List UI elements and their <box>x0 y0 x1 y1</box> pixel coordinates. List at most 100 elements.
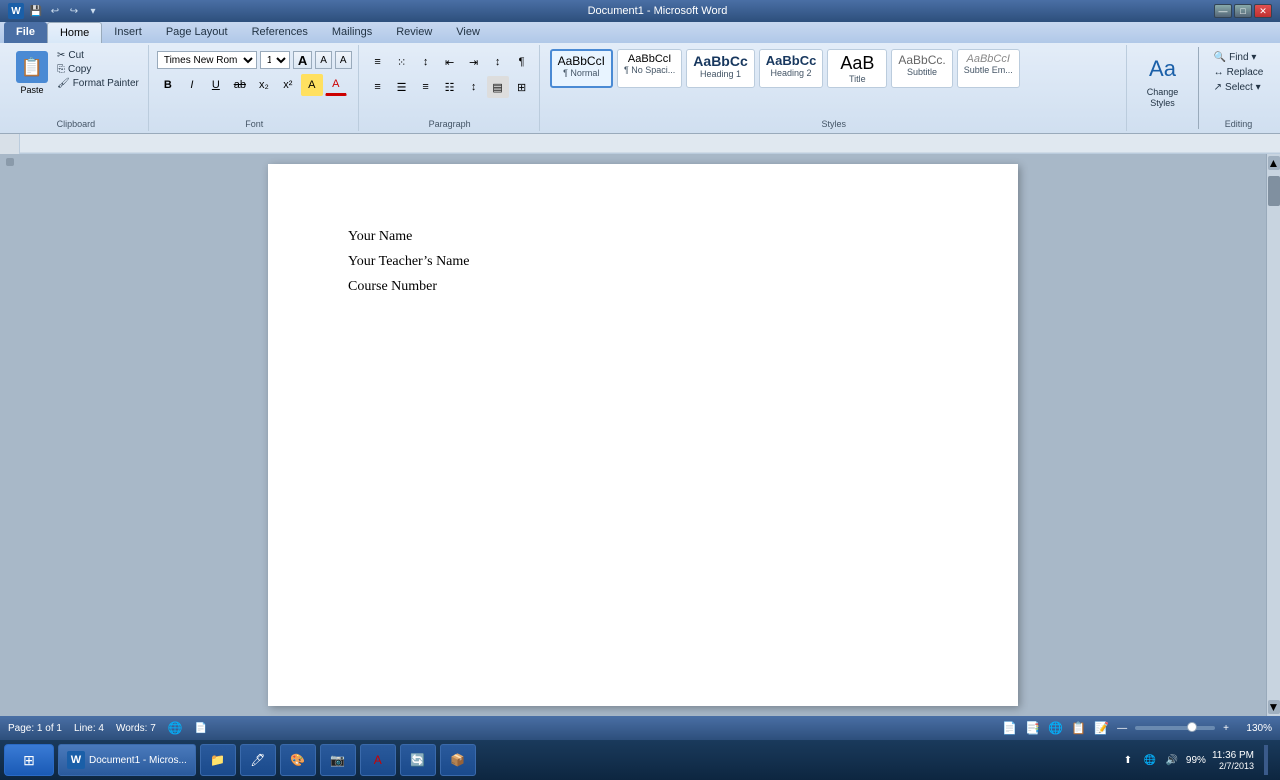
style-heading2[interactable]: AaBbCc Heading 2 <box>759 49 824 88</box>
tab-mailings[interactable]: Mailings <box>320 22 384 43</box>
copy-button[interactable]: ⎘ Copy <box>54 63 142 76</box>
doc-line-2[interactable]: Your Teacher’s Name <box>348 249 938 274</box>
scroll-down-btn[interactable]: ▼ <box>1268 700 1280 714</box>
tab-file[interactable]: File <box>4 22 47 43</box>
justify-btn[interactable]: ☷ <box>439 76 461 98</box>
view-web-btn[interactable]: 🌐 <box>1048 721 1063 735</box>
doc-line-3[interactable]: Course Number <box>348 274 938 299</box>
para-row1: ≡ ⁙ ↕ ⇤ ⇥ ↕ ¶ <box>367 51 533 73</box>
tray-notifications-icon[interactable]: ⬆ <box>1120 752 1136 768</box>
style-title[interactable]: AaB Title <box>827 49 887 88</box>
minimize-btn[interactable]: — <box>1214 4 1232 18</box>
increase-indent-btn[interactable]: ⇥ <box>463 51 485 73</box>
show-desktop-btn[interactable] <box>1264 745 1268 775</box>
shading-btn[interactable]: ▤ <box>487 76 509 98</box>
style-normal-text: AaBbCcI <box>558 54 605 68</box>
taskbar-acrobat[interactable]: A <box>360 744 396 776</box>
taskbar-paint[interactable]: 🎨 <box>280 744 316 776</box>
zoom-thumb[interactable] <box>1187 722 1197 732</box>
vertical-scrollbar[interactable]: ▲ ▼ <box>1266 154 1280 716</box>
start-button[interactable]: ⊞ <box>4 744 54 776</box>
font-grow-btn[interactable]: A <box>293 51 312 69</box>
style-heading1[interactable]: AaBbCc Heading 1 <box>686 49 754 88</box>
tab-view[interactable]: View <box>444 22 492 43</box>
italic-button[interactable]: I <box>181 74 203 96</box>
style-normal[interactable]: AaBbCcI ¶ Normal <box>550 49 613 88</box>
scroll-thumb[interactable] <box>1268 176 1280 206</box>
taskbar-camera[interactable]: 📷 <box>320 744 356 776</box>
tab-review[interactable]: Review <box>384 22 444 43</box>
bullets-button[interactable]: ≡ <box>367 51 389 73</box>
align-left-btn[interactable]: ≡ <box>367 76 389 98</box>
view-normal-btn[interactable]: 📄 <box>1002 721 1017 735</box>
maximize-btn[interactable]: □ <box>1234 4 1252 18</box>
taskbar-explorer[interactable]: 📁 <box>200 744 236 776</box>
tab-references[interactable]: References <box>240 22 320 43</box>
doc-line-1[interactable]: Your Name <box>348 224 938 249</box>
zoom-level[interactable]: 130% <box>1237 723 1272 734</box>
left-margin-marker[interactable] <box>6 158 14 166</box>
format-painter-button[interactable]: 🖌 Format Painter <box>54 77 142 90</box>
show-hide-btn[interactable]: ¶ <box>511 51 533 73</box>
text-highlight-button[interactable]: A <box>301 74 323 96</box>
decrease-indent-btn[interactable]: ⇤ <box>439 51 461 73</box>
font-color-button[interactable]: A <box>325 74 347 96</box>
taskbar-word[interactable]: W Document1 - Micros... <box>58 744 196 776</box>
strikethrough-button[interactable]: ab <box>229 74 251 96</box>
font-size-select[interactable]: 12 <box>260 51 290 69</box>
undo-quick-btn[interactable]: ↩ <box>47 3 63 19</box>
quick-access-toolbar: 💾 ↩ ↪ ▾ <box>28 3 101 19</box>
find-button[interactable]: 🔍 Find ▾ <box>1211 51 1267 64</box>
line-spacing-btn[interactable]: ↕ <box>463 76 485 98</box>
doc-icon: 📄 <box>195 723 207 734</box>
tray-volume-icon[interactable]: 🔊 <box>1164 752 1180 768</box>
numbering-button[interactable]: ⁙ <box>391 51 413 73</box>
view-reading-btn[interactable]: 📑 <box>1025 721 1040 735</box>
paste-button[interactable]: 📋 Paste <box>10 47 54 99</box>
redo-quick-btn[interactable]: ↪ <box>66 3 82 19</box>
style-no-space[interactable]: AaBbCcI ¶ No Spaci... <box>617 49 682 88</box>
multilevel-button[interactable]: ↕ <box>415 51 437 73</box>
zoom-in-btn[interactable]: + <box>1223 723 1229 734</box>
tab-home[interactable]: Home <box>47 22 102 43</box>
font-shrink-btn[interactable]: A <box>315 51 332 69</box>
sort-btn[interactable]: ↕ <box>487 51 509 73</box>
taskbar-notepad[interactable]: 🖊 <box>240 744 276 776</box>
scroll-up-btn[interactable]: ▲ <box>1268 156 1280 170</box>
select-button[interactable]: ↗ Select ▾ <box>1211 81 1267 94</box>
style-subtitle[interactable]: AaBbCc. Subtitle <box>891 49 952 88</box>
subscript-button[interactable]: x₂ <box>253 74 275 96</box>
replace-button[interactable]: ↔ Replace <box>1211 66 1267 79</box>
save-quick-btn[interactable]: 💾 <box>28 3 44 19</box>
cut-button[interactable]: ✂ Cut <box>54 49 142 62</box>
document-container[interactable]: Your Name Your Teacher’s Name Course Num… <box>20 154 1266 716</box>
border-btn[interactable]: ⊞ <box>511 76 533 98</box>
font-clear-btn[interactable]: A <box>335 51 352 69</box>
zoom-out-btn[interactable]: — <box>1117 723 1127 734</box>
change-styles-button[interactable]: Aa ChangeStyles <box>1135 47 1190 113</box>
tab-insert[interactable]: Insert <box>102 22 154 43</box>
underline-button[interactable]: U <box>205 74 227 96</box>
style-normal-label: ¶ Normal <box>563 68 599 78</box>
tray-battery: 99% <box>1186 755 1206 766</box>
ruler-corner <box>0 134 20 154</box>
taskbar-browser[interactable]: 🔄 <box>400 744 436 776</box>
align-right-btn[interactable]: ≡ <box>415 76 437 98</box>
view-draft-btn[interactable]: 📝 <box>1094 721 1109 735</box>
zoom-slider[interactable] <box>1135 726 1215 730</box>
align-center-btn[interactable]: ☰ <box>391 76 413 98</box>
superscript-button[interactable]: x² <box>277 74 299 96</box>
tray-network-icon[interactable]: 🌐 <box>1142 752 1158 768</box>
style-title-text: AaB <box>840 53 874 74</box>
tab-page-layout[interactable]: Page Layout <box>154 22 240 43</box>
tray-clock[interactable]: 11:36 PM 2/7/2013 <box>1212 750 1254 771</box>
customize-quick-btn[interactable]: ▾ <box>85 3 101 19</box>
bold-button[interactable]: B <box>157 74 179 96</box>
taskbar-app8[interactable]: 📦 <box>440 744 476 776</box>
close-btn[interactable]: ✕ <box>1254 4 1272 18</box>
view-outline-btn[interactable]: 📋 <box>1071 721 1086 735</box>
font-name-select[interactable]: Times New Rom <box>157 51 257 69</box>
document-page[interactable]: Your Name Your Teacher’s Name Course Num… <box>268 164 1018 706</box>
paragraph-group-label: Paragraph <box>429 117 471 129</box>
style-subtle-em[interactable]: AaBbCcI Subtle Em... <box>957 49 1020 88</box>
